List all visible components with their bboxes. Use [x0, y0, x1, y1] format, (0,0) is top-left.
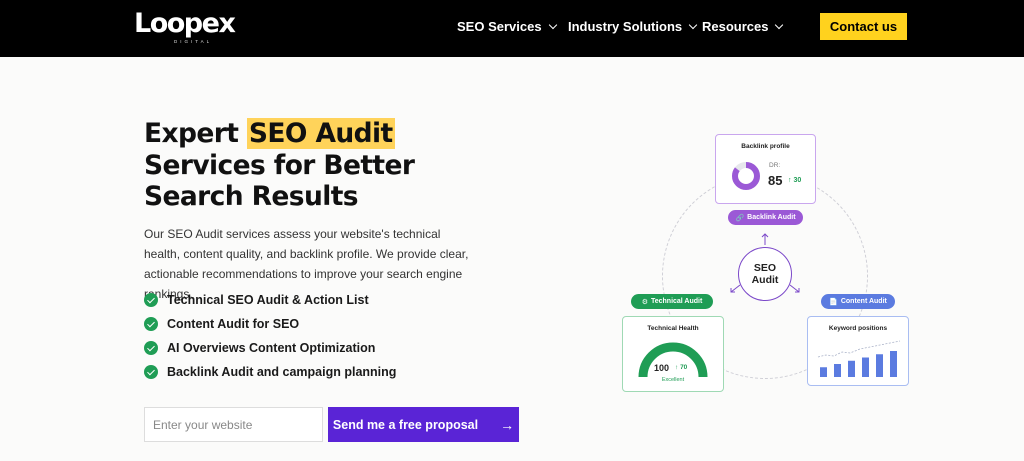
contact-us-button[interactable]: Contact us — [820, 13, 907, 40]
gear-icon: ⚙ — [641, 298, 648, 306]
checklist-label: Backlink Audit and campaign planning — [167, 365, 397, 379]
content-audit-pill: 📄 Content Audit — [821, 294, 895, 309]
keyword-bar — [862, 357, 869, 377]
keyword-positions-card: Keyword positions — [807, 316, 909, 386]
health-delta-value: 70 — [680, 364, 688, 371]
top-navbar: Loopex DIGITAL SEO Services Industry Sol… — [0, 0, 1024, 57]
checklist-label: Technical SEO Audit & Action List — [167, 293, 369, 307]
nav-seo-services-label: SEO Services — [457, 19, 542, 34]
checklist-item: Technical SEO Audit & Action List — [144, 288, 396, 312]
health-gauge — [638, 342, 708, 378]
link-icon: 🔗 — [735, 214, 745, 222]
checklist-item: Content Audit for SEO — [144, 312, 396, 336]
feature-checklist: Technical SEO Audit & Action List Conten… — [144, 288, 396, 384]
hero-title-highlight: SEO Audit — [246, 118, 395, 149]
check-circle-icon — [144, 293, 158, 307]
send-proposal-label: Send me a free proposal — [332, 417, 479, 432]
health-status: Excellent — [661, 377, 685, 383]
backlink-audit-pill: 🔗 Backlink Audit — [728, 210, 803, 225]
technical-health-card: Technical Health 100 ↑ 70 Excellent — [622, 316, 724, 392]
dr-delta-value: 30 — [793, 177, 802, 184]
content-audit-label: Content Audit — [840, 298, 887, 305]
document-icon: 📄 — [829, 298, 838, 306]
nav-industry-solutions[interactable]: Industry Solutions — [568, 19, 698, 34]
seo-audit-hub: SEO Audit — [738, 247, 792, 301]
arrow-right-icon: → — [500, 416, 515, 433]
hub-line2: Audit — [751, 274, 779, 286]
checklist-item: Backlink Audit and campaign planning — [144, 360, 396, 384]
dr-label: DR: — [769, 162, 781, 169]
health-delta: ↑ 70 — [675, 364, 688, 371]
send-proposal-button[interactable]: Send me a free proposal → — [328, 407, 519, 442]
hero-title: Expert SEO Audit Services for Better Sea… — [144, 118, 464, 213]
technical-card-title: Technical Health — [647, 325, 699, 332]
chevron-down-icon — [688, 20, 698, 29]
checklist-label: AI Overviews Content Optimization — [167, 341, 376, 355]
keyword-card-title: Keyword positions — [828, 325, 888, 332]
loopex-logo[interactable]: Loopex DIGITAL — [134, 8, 236, 44]
keyword-bar — [876, 354, 883, 377]
logo-subtitle: DIGITAL — [174, 39, 213, 44]
check-circle-icon — [144, 365, 158, 379]
check-circle-icon — [144, 341, 158, 355]
technical-audit-label: Technical Audit — [650, 298, 703, 305]
keyword-bar — [848, 360, 855, 377]
health-value: 100 — [654, 363, 670, 373]
backlink-profile-card: Backlink profile DR: 85 ↑ 30 — [715, 134, 816, 204]
keyword-bar — [820, 367, 827, 377]
technical-audit-pill: ⚙ Technical Audit — [631, 294, 713, 309]
nav-resources[interactable]: Resources — [702, 19, 784, 34]
chevron-down-icon — [548, 20, 557, 29]
hero-title-pre: Expert — [144, 118, 247, 149]
website-input[interactable] — [144, 407, 323, 442]
keyword-bar — [890, 351, 897, 377]
keyword-bar — [834, 364, 841, 377]
nav-seo-services[interactable]: SEO Services — [457, 19, 557, 34]
hero-title-post: Services for Better Search Results — [144, 149, 415, 213]
backlink-card-title: Backlink profile — [741, 143, 790, 150]
dr-value: 85 — [768, 173, 783, 188]
checklist-label: Content Audit for SEO — [167, 317, 300, 331]
backlink-donut-chart — [732, 162, 760, 190]
logo-wordmark: Loopex — [134, 8, 236, 39]
checklist-item: AI Overviews Content Optimization — [144, 336, 396, 360]
check-circle-icon — [144, 317, 158, 331]
nav-resources-label: Resources — [702, 19, 769, 34]
keyword-bar-chart — [817, 340, 901, 377]
hub-line1: SEO — [753, 262, 777, 274]
dr-delta: ↑ 30 — [788, 177, 802, 184]
nav-industry-solutions-label: Industry Solutions — [568, 19, 683, 34]
backlink-audit-label: Backlink Audit — [747, 214, 796, 221]
chevron-down-icon — [775, 20, 784, 29]
